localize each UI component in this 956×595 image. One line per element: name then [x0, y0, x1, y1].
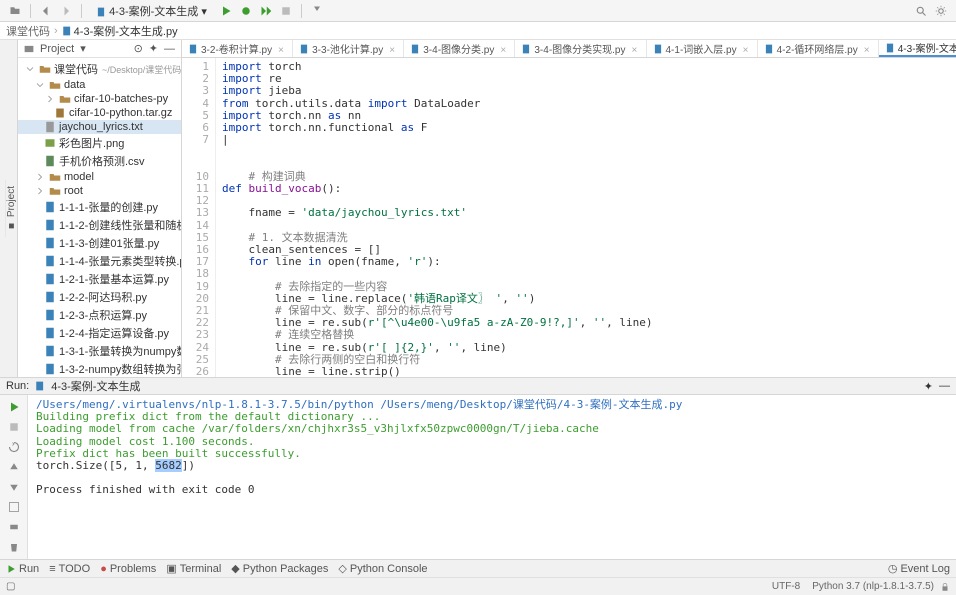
problems-tab-button[interactable]: ● Problems [100, 563, 156, 575]
lock-icon[interactable] [940, 582, 950, 592]
tree-item[interactable]: jaychou_lyrics.txt [18, 120, 181, 134]
editor-tab[interactable]: 4-3-案例-文本生成.py× [879, 40, 956, 57]
status-hide-toolwindows-icon[interactable]: ▢ [6, 581, 15, 592]
project-settings-icon[interactable]: ✦ [149, 42, 158, 55]
rerun-button[interactable] [6, 399, 22, 415]
project-tree[interactable]: 课堂代码 ~/Desktop/课堂代码 datacifar-10-batches… [18, 58, 181, 377]
tree-item[interactable]: 1-3-1-张量转换为numpy数组.py [18, 342, 181, 360]
project-icon [24, 44, 34, 54]
settings-icon[interactable] [932, 2, 950, 20]
todo-tab-button[interactable]: ≡ TODO [49, 563, 90, 575]
up-button[interactable] [6, 459, 22, 475]
nav-back-btn[interactable] [37, 2, 55, 20]
tree-item[interactable]: 1-1-3-创建01张量.py [18, 234, 181, 252]
project-tool-button[interactable]: ■ Project [5, 180, 17, 237]
top-toolbar: 4-3-案例-文本生成 ▾ [0, 0, 956, 22]
project-panel-header: Project ▾ ⊙ ✦ — [18, 40, 181, 58]
terminal-tab-button[interactable]: ▣ Terminal [166, 562, 221, 575]
folder-icon [39, 63, 51, 75]
project-header-label: Project [40, 43, 74, 55]
tree-item[interactable]: 1-3-2-numpy数组转换为张量.py [18, 360, 181, 377]
project-collapse-icon[interactable]: — [164, 43, 175, 55]
run-panel-header: Run: 4-3-案例-文本生成 ✦ — [0, 378, 956, 395]
tree-item[interactable]: 彩色图片.png [18, 134, 181, 152]
run-button[interactable] [217, 2, 235, 20]
editor-tab[interactable]: 3-4-图像分类.py× [404, 40, 515, 57]
down-button[interactable] [6, 479, 22, 495]
stop-button[interactable] [277, 2, 295, 20]
editor: 3-2-卷积计算.py×3-3-池化计算.py×3-4-图像分类.py×3-4-… [182, 40, 956, 377]
python-file-icon [35, 381, 45, 391]
breadcrumb-root[interactable]: 课堂代码 [6, 23, 50, 39]
open-btn[interactable] [6, 2, 24, 20]
tree-item[interactable]: data [18, 78, 181, 92]
tree-item[interactable]: 1-1-2-创建线性张量和随机张量.py [18, 216, 181, 234]
editor-tab[interactable]: 3-3-池化计算.py× [293, 40, 404, 57]
breadcrumb: 课堂代码 › 4-3-案例-文本生成.py [0, 22, 956, 40]
run-hide-icon[interactable]: — [939, 380, 950, 392]
run-side-toolbar [0, 395, 28, 559]
tree-item[interactable]: cifar-10-python.tar.gz [18, 106, 181, 120]
python-console-tab-button[interactable]: ◇ Python Console [338, 562, 427, 575]
tree-item[interactable]: 1-2-4-指定运算设备.py [18, 324, 181, 342]
tree-item[interactable]: model [18, 170, 181, 184]
bottom-tool-tabs: Run ≡ TODO ● Problems ▣ Terminal ◆ Pytho… [0, 559, 956, 577]
editor-tab[interactable]: 3-2-卷积计算.py× [182, 40, 293, 57]
run-settings-icon[interactable]: ✦ [924, 380, 933, 393]
run-context-button[interactable] [257, 2, 275, 20]
editor-tab[interactable]: 4-1-词嵌入层.py× [647, 40, 758, 57]
project-panel: Project ▾ ⊙ ✦ — 课堂代码 ~/Desktop/课堂代码 data… [18, 40, 182, 377]
project-root[interactable]: 课堂代码 ~/Desktop/课堂代码 [18, 60, 181, 78]
project-locate-icon[interactable]: ⊙ [134, 42, 143, 55]
vcs-button[interactable] [308, 2, 326, 20]
status-encoding[interactable]: UTF-8 [766, 581, 806, 592]
tree-item[interactable]: 1-2-2-阿达玛积.py [18, 288, 181, 306]
trash-button[interactable] [6, 539, 22, 555]
editor-tab[interactable]: 3-4-图像分类实现.py× [515, 40, 646, 57]
run-label: Run: [6, 380, 29, 392]
status-interpreter[interactable]: Python 3.7 (nlp-1.8.1-3.7.5) [806, 581, 940, 592]
run-config-dropdown[interactable]: 4-3-案例-文本生成 ▾ [88, 3, 215, 19]
run-output[interactable]: /Users/meng/.virtualenvs/nlp-1.8.1-3.7.5… [28, 395, 956, 559]
breadcrumb-current[interactable]: 4-3-案例-文本生成.py [74, 23, 178, 39]
restart-button[interactable] [6, 439, 22, 455]
tree-item[interactable]: root [18, 184, 181, 198]
tree-item[interactable]: 1-2-1-张量基本运算.py [18, 270, 181, 288]
status-bar: ▢ UTF-8 Python 3.7 (nlp-1.8.1-3.7.5) [0, 577, 956, 595]
nav-fwd-btn[interactable] [57, 2, 75, 20]
tree-item[interactable]: 1-1-1-张量的创建.py [18, 198, 181, 216]
event-log-button[interactable]: ◷ Event Log [888, 562, 950, 575]
tree-item[interactable]: 1-2-3-点积运算.py [18, 306, 181, 324]
debug-button[interactable] [237, 2, 255, 20]
run-tab-button[interactable]: Run [6, 563, 39, 575]
editor-tab[interactable]: 4-2-循环网络层.py× [758, 40, 879, 57]
python-packages-tab-button[interactable]: ◆ Python Packages [231, 562, 328, 575]
code-editor[interactable]: import torch import re import jieba from… [216, 58, 956, 377]
left-tool-stripe: ■ Project ▢ Structure ★ Favorites [0, 40, 18, 377]
tree-item[interactable]: 1-1-4-张量元素类型转换.py [18, 252, 181, 270]
layout-button[interactable] [6, 499, 22, 515]
search-everywhere-button[interactable] [912, 2, 930, 20]
chevron-down-icon [24, 63, 36, 75]
editor-tabs: 3-2-卷积计算.py×3-3-池化计算.py×3-4-图像分类.py×3-4-… [182, 40, 956, 58]
print-button[interactable] [6, 519, 22, 535]
run-panel: Run: 4-3-案例-文本生成 ✦ — /Users/meng/.virtua… [0, 377, 956, 559]
python-file-icon [62, 26, 72, 36]
tree-item[interactable]: cifar-10-batches-py [18, 92, 181, 106]
stop-run-button[interactable] [6, 419, 22, 435]
run-tab-label[interactable]: 4-3-案例-文本生成 [51, 378, 140, 394]
tree-item[interactable]: 手机价格预测.csv [18, 152, 181, 170]
editor-gutter: 1234567 10111213141516171819202122232425… [182, 58, 216, 377]
